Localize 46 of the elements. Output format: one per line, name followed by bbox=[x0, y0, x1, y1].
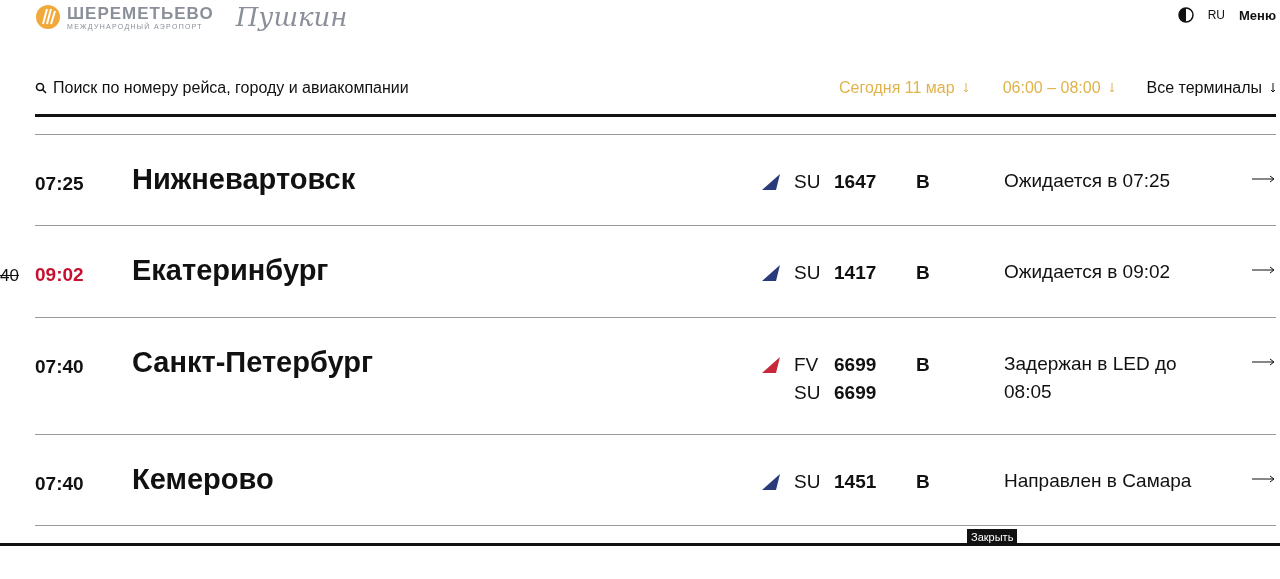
airline-code: SU bbox=[794, 262, 822, 284]
flight-number: 1451 bbox=[834, 471, 878, 493]
arrow-right-icon[interactable] bbox=[1252, 175, 1276, 183]
close-button[interactable]: Закрыть bbox=[967, 529, 1018, 545]
flight-row[interactable]: 07:40 Санкт-Петербург FV 6699 SU 6699 B Задержан в LED до 08:05 bbox=[35, 318, 1276, 435]
city-name: Кемерово bbox=[132, 463, 275, 496]
logo-script: Пушкин bbox=[235, 2, 348, 32]
airline-code: SU bbox=[794, 471, 822, 493]
flight-time: 07:40 bbox=[35, 473, 85, 495]
flight-status: Направлен в Самара bbox=[1004, 469, 1193, 493]
arrow-down-icon bbox=[1270, 83, 1276, 93]
arrow-right-icon[interactable] bbox=[1252, 358, 1276, 366]
flight-status: Задержан в LED до 08:05 bbox=[1004, 352, 1178, 404]
flight-row[interactable]: 07:40 Кемерово SU 1451 B Направлен в Самара bbox=[35, 435, 1276, 526]
flight-number: 1647 bbox=[834, 171, 878, 193]
city-name: Санкт-Петербург bbox=[132, 346, 375, 379]
airline-code: FV bbox=[794, 354, 820, 376]
contrast-icon[interactable] bbox=[1177, 7, 1194, 23]
language-link[interactable]: RU bbox=[1207, 8, 1225, 22]
arrow-down-icon bbox=[962, 83, 969, 93]
flight-number: 6699 bbox=[834, 354, 878, 376]
city-name: Нижневартовск bbox=[132, 163, 357, 196]
flight-status: Ожидается в 09:02 bbox=[1004, 260, 1172, 284]
arrow-right-icon[interactable] bbox=[1252, 475, 1276, 483]
flight-time: 09:02 bbox=[35, 264, 85, 286]
terminal-label: B bbox=[916, 262, 931, 284]
city-name: Екатеринбург bbox=[132, 254, 330, 287]
terminal-label: B bbox=[916, 171, 931, 193]
logo-title: ШЕРЕМЕТЬЕВО bbox=[67, 4, 214, 22]
arrow-down-icon bbox=[1108, 83, 1115, 93]
old-time: 40 bbox=[0, 266, 19, 286]
flight-time: 07:25 bbox=[35, 173, 85, 195]
flight-row[interactable]: 07:25 Нижневартовск SU 1647 B Ожидается в 07:25 bbox=[35, 135, 1276, 226]
logo-icon bbox=[35, 4, 61, 30]
airline-code: SU bbox=[794, 171, 822, 193]
menu-link[interactable]: Меню bbox=[1239, 7, 1276, 23]
flight-number: 1417 bbox=[834, 262, 878, 284]
terminal-filter[interactable]: Все терминалы bbox=[1146, 79, 1276, 97]
flight-status: Ожидается в 07:25 bbox=[1004, 169, 1172, 193]
arrow-right-icon[interactable] bbox=[1252, 266, 1276, 274]
terminal-label: B bbox=[916, 471, 931, 493]
search-icon bbox=[35, 82, 47, 94]
airline-code: SU bbox=[794, 382, 822, 404]
flight-time: 07:40 bbox=[35, 356, 85, 378]
flight-number: 6699 bbox=[834, 382, 878, 404]
terminal-label: B bbox=[916, 354, 931, 376]
